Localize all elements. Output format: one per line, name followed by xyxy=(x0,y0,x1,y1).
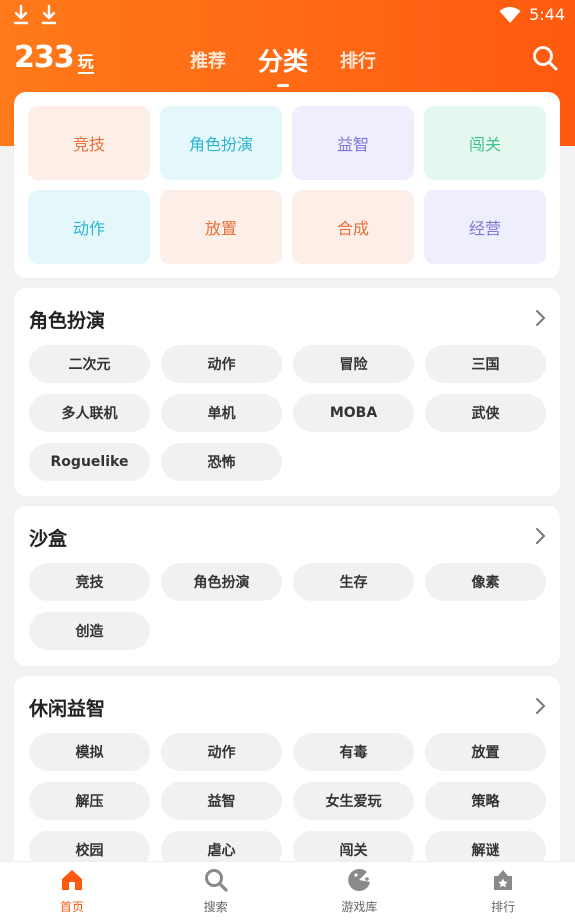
tab-1[interactable]: 推荐 xyxy=(190,47,226,73)
tab-3[interactable]: 排行 xyxy=(340,47,376,73)
tag-chip[interactable]: 模拟 xyxy=(29,733,150,771)
section-title: 沙盒 xyxy=(29,528,68,550)
bottom-nav-item[interactable]: 搜索 xyxy=(144,862,288,920)
chevron-right-icon[interactable] xyxy=(534,527,548,545)
section-title: 角色扮演 xyxy=(29,310,106,332)
tag-chip[interactable]: 生存 xyxy=(293,563,414,601)
bottom-nav-label: 排行 xyxy=(491,900,516,914)
tag-chip[interactable]: 三国 xyxy=(425,345,546,383)
category-tile[interactable]: 动作 xyxy=(28,190,150,264)
tag-list: 模拟 动作 有毒 放置 解压 益智 女生爱玩 策略 校园 虐心 闯关 解谜 xyxy=(29,733,546,869)
tag-chip[interactable]: 恐怖 xyxy=(161,443,282,481)
category-tile[interactable]: 经营 xyxy=(424,190,546,264)
tag-chip[interactable]: 角色扮演 xyxy=(161,563,282,601)
search-icon xyxy=(203,867,229,898)
tag-chip[interactable]: 像素 xyxy=(425,563,546,601)
download-icon xyxy=(13,4,29,25)
top-tabs: 推荐 分类 排行 xyxy=(190,40,408,87)
logo-number: 233 xyxy=(14,40,75,75)
tag-chip[interactable]: 益智 xyxy=(161,782,282,820)
category-tile[interactable]: 放置 xyxy=(160,190,282,264)
home-icon xyxy=(59,867,85,898)
tag-chip[interactable]: 多人联机 xyxy=(29,394,150,432)
section-title: 休闲益智 xyxy=(29,698,106,720)
search-icon[interactable] xyxy=(531,44,559,72)
bottom-nav-label: 游戏库 xyxy=(341,900,378,914)
tag-chip[interactable]: 解压 xyxy=(29,782,150,820)
category-tile[interactable]: 角色扮演 xyxy=(160,106,282,180)
game-library-icon xyxy=(346,867,372,898)
category-tile[interactable]: 闯关 xyxy=(424,106,546,180)
tag-list: 竞技 角色扮演 生存 像素创造 xyxy=(29,563,546,650)
chevron-right-icon[interactable] xyxy=(534,309,548,327)
category-tile[interactable]: 竞技 xyxy=(28,106,150,180)
app-logo: 233 玩 xyxy=(14,42,94,74)
logo-suffix: 玩 xyxy=(77,52,94,74)
tag-chip[interactable]: 策略 xyxy=(425,782,546,820)
bottom-nav-item[interactable]: 排行 xyxy=(431,862,575,920)
tag-chip[interactable]: 单机 xyxy=(161,394,282,432)
tag-chip[interactable]: 动作 xyxy=(161,733,282,771)
tag-chip[interactable]: 竞技 xyxy=(29,563,150,601)
tag-chip[interactable]: 有毒 xyxy=(293,733,414,771)
category-grid-card: 竞技 角色扮演 益智 闯关动作 放置 合成 经营 xyxy=(14,92,560,278)
wifi-icon xyxy=(499,6,521,23)
tag-list: 二次元 动作 冒险 三国多人联机 单机 MOBA 武侠 Roguelike 恐怖 xyxy=(29,345,546,481)
category-tile[interactable]: 合成 xyxy=(292,190,414,264)
tag-chip[interactable]: Roguelike xyxy=(29,443,150,481)
status-right: 5:44 xyxy=(499,5,565,24)
tag-chip[interactable]: 动作 xyxy=(161,345,282,383)
bottom-nav-item[interactable]: 首页 xyxy=(0,862,144,920)
section-card: 角色扮演 二次元 动作 冒险 三国多人联机 单机 MOBA 武侠 Roguelike 恐怖 xyxy=(14,288,560,496)
category-grid: 竞技 角色扮演 益智 闯关动作 放置 合成 经营 xyxy=(28,106,546,264)
category-tile[interactable]: 益智 xyxy=(292,106,414,180)
tab-2[interactable]: 分类 xyxy=(258,42,308,87)
ranking-icon xyxy=(490,867,516,898)
tag-chip[interactable]: 二次元 xyxy=(29,345,150,383)
status-bar: 5:44 xyxy=(0,0,575,32)
bottom-nav-label: 搜索 xyxy=(203,900,228,914)
tag-chip[interactable]: 武侠 xyxy=(425,394,546,432)
tag-chip[interactable]: 创造 xyxy=(29,612,150,650)
bottom-nav-item[interactable]: 游戏库 xyxy=(288,862,432,920)
section-card: 沙盒 竞技 角色扮演 生存 像素创造 xyxy=(14,506,560,666)
download-icon xyxy=(41,4,57,25)
bottom-navigation: 首页 搜索 游戏库 排行 xyxy=(0,861,575,920)
bottom-nav-label: 首页 xyxy=(59,900,84,914)
tag-chip[interactable]: 女生爱玩 xyxy=(293,782,414,820)
clock: 5:44 xyxy=(529,5,565,24)
chevron-right-icon[interactable] xyxy=(534,697,548,715)
tag-chip[interactable]: 冒险 xyxy=(293,345,414,383)
tag-chip[interactable]: MOBA xyxy=(293,394,414,432)
tag-chip[interactable]: 放置 xyxy=(425,733,546,771)
